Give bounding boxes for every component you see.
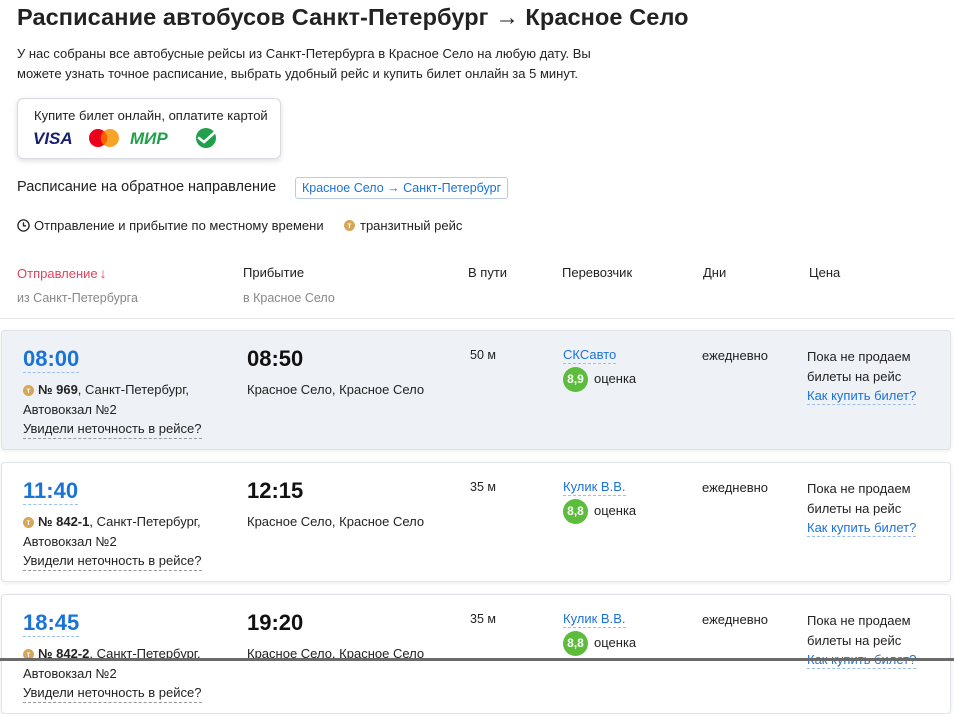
header-divider xyxy=(0,318,954,319)
arrival-time: 08:50 xyxy=(247,346,304,371)
price-status: Пока не продаем билеты на рейс xyxy=(807,481,911,516)
arrival-place: Красное Село, Красное Село xyxy=(247,646,425,661)
price-status: Пока не продаем билеты на рейс xyxy=(807,613,911,648)
svg-text:VISA: VISA xyxy=(33,129,73,148)
arrival-time: 12:15 xyxy=(247,478,304,503)
trip-duration: 35 м xyxy=(470,612,496,626)
trip-duration: 50 м xyxy=(470,348,496,362)
transit-badge-icon: т xyxy=(23,517,34,528)
days-header: Дни xyxy=(703,265,727,280)
mir-logo-icon: МИР xyxy=(130,129,168,148)
report-inaccuracy-link[interactable]: Увидели неточность в рейсе? xyxy=(23,420,202,439)
route-info: т № 842-1, Санкт-Петербург, Автовокзал №2 xyxy=(23,512,223,552)
departure-time[interactable]: 08:00 xyxy=(23,346,80,373)
arrival-place: Красное Село, Красное Село xyxy=(247,382,425,397)
trip-row[interactable]: 18:45 т № 842-2, Санкт-Петербург, Автовок… xyxy=(1,594,951,714)
trip-days: ежедневно xyxy=(702,348,769,363)
intro-text: У нас собраны все автобусные рейсы из Са… xyxy=(17,46,591,81)
route-info: т № 842-2, Санкт-Петербург, Автовокзал №2 xyxy=(23,644,223,684)
how-to-buy-link[interactable]: Как купить билет? xyxy=(807,388,917,405)
table-header: Отправление ↓ из Санкт-Петербурга Прибыти… xyxy=(0,262,954,318)
carrier-link[interactable]: Кулик В.В. xyxy=(563,479,626,496)
report-inaccuracy-link[interactable]: Увидели неточность в рейсе? xyxy=(23,684,202,703)
rating-label: оценка xyxy=(594,635,637,650)
carrier-link[interactable]: СКСавто xyxy=(563,347,617,364)
rating-badge: 8,8 xyxy=(563,631,588,656)
report-inaccuracy-link[interactable]: Увидели неточность в рейсе? xyxy=(23,552,202,571)
rating-badge: 8,9 xyxy=(563,367,588,392)
trip-duration: 35 м xyxy=(470,480,496,494)
svg-text:МИР: МИР xyxy=(130,129,168,148)
reverse-direction-link[interactable]: Красное Село → Санкт-Петербург xyxy=(295,177,509,199)
page-title: Расписание автобусов Санкт-Петербург → К… xyxy=(17,4,689,30)
arrival-place: Красное Село, Красное Село xyxy=(247,514,425,529)
carrier-link[interactable]: Кулик В.В. xyxy=(563,611,626,628)
departure-time[interactable]: 18:45 xyxy=(23,610,80,637)
payment-logos: VISA МИР xyxy=(33,128,216,148)
rating-label: оценка xyxy=(594,503,637,518)
sort-down-icon: ↓ xyxy=(99,265,107,281)
legend-transit: т транзитный рейс xyxy=(344,218,462,233)
departure-header-sub: из Санкт-Петербурга xyxy=(17,291,138,305)
trip-days: ежедневно xyxy=(702,612,769,627)
departure-time[interactable]: 11:40 xyxy=(23,478,79,505)
legend-local-time-text: Отправление и прибытие по местному време… xyxy=(34,218,324,233)
transit-badge-icon: т xyxy=(344,220,355,231)
route-number: № 842-1 xyxy=(38,514,90,529)
clock-icon xyxy=(17,219,30,232)
sort-duration-header[interactable]: В пути xyxy=(468,265,507,280)
sort-price-header[interactable]: Цена xyxy=(809,265,840,280)
payment-card: Купите билет онлайн, оплатите картой VIS… xyxy=(17,98,281,159)
sort-arrival-header[interactable]: Прибытие xyxy=(243,265,304,280)
trip-days: ежедневно xyxy=(702,480,769,495)
trip-row[interactable]: 08:00 т № 969, Санкт-Петербург, Автовокза… xyxy=(1,330,951,450)
mastercard-logo-icon xyxy=(89,129,119,147)
route-info: т № 969, Санкт-Петербург, Автовокзал №2 xyxy=(23,380,223,420)
legend-transit-text: транзитный рейс xyxy=(360,218,463,233)
arrival-header-sub: в Красное Село xyxy=(243,291,335,305)
trip-row[interactable]: 11:40 т № 842-1, Санкт-Петербург, Автовок… xyxy=(1,462,951,582)
route-number: № 969 xyxy=(38,382,78,397)
rating-label: оценка xyxy=(594,371,637,386)
transit-badge-icon: т xyxy=(23,385,34,396)
departure-header-label: Отправление xyxy=(17,266,98,281)
sberbank-logo-icon xyxy=(196,128,216,148)
arrival-time: 19:20 xyxy=(247,610,304,635)
sort-departure-header[interactable]: Отправление ↓ xyxy=(17,265,107,281)
legend-local-time: Отправление и прибытие по местному време… xyxy=(17,218,324,233)
how-to-buy-link[interactable]: Как купить билет? xyxy=(807,520,917,537)
visa-logo-icon: VISA xyxy=(33,129,73,148)
sort-carrier-header[interactable]: Перевозчик xyxy=(562,265,632,280)
price-status: Пока не продаем билеты на рейс xyxy=(807,349,911,384)
payment-label: Купите билет онлайн, оплатите картой xyxy=(34,108,268,123)
reverse-label: Расписание на обратное направление xyxy=(17,179,277,195)
rating-badge: 8,8 xyxy=(563,499,588,524)
